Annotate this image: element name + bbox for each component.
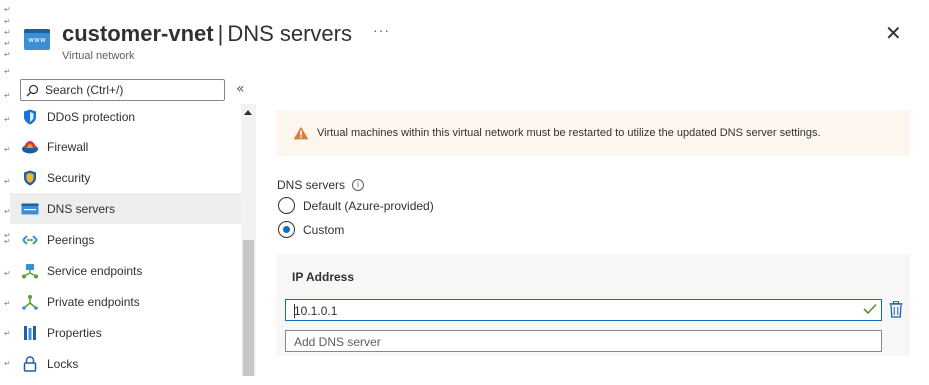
return-mark: ↵ [4, 67, 11, 76]
return-mark: ↵ [4, 28, 11, 37]
close-button[interactable]: ✕ [885, 21, 902, 45]
sidebar-item-label: DNS servers [47, 201, 116, 216]
restart-warning-banner: Virtual machines within this virtual net… [276, 110, 910, 156]
sidebar: DDoS protection Firewall Security DNS se… [10, 104, 256, 385]
security-icon [21, 169, 39, 187]
scroll-up-arrow-icon[interactable] [244, 110, 252, 115]
return-mark: ↵ [4, 17, 11, 26]
sidebar-item-label: Service endpoints [47, 263, 143, 278]
text-cursor [294, 304, 295, 318]
section-name: DNS servers [227, 21, 352, 46]
return-mark: ↵ [4, 39, 11, 48]
sidebar-item-locks[interactable]: Locks [10, 348, 241, 379]
title-separator: | [217, 21, 224, 46]
sidebar-item-dns-servers[interactable]: DNS servers [10, 193, 241, 224]
dns-server-ip-value[interactable]: 10.1.0.1 [294, 304, 337, 318]
sidebar-item-ddos-protection[interactable]: DDoS protection [10, 101, 241, 132]
warning-message: Virtual machines within this virtual net… [317, 127, 821, 139]
checkmark-icon [863, 303, 877, 315]
sidebar-item-label: Peerings [47, 232, 95, 247]
sidebar-item-label: DDoS protection [47, 109, 136, 124]
info-icon[interactable]: i [352, 179, 364, 191]
page-title: customer-vnet | DNS servers [62, 21, 352, 47]
dns-servers-label: DNS servers [277, 178, 346, 192]
sidebar-item-label: Security [47, 170, 91, 185]
sidebar-item-label: Properties [47, 325, 102, 340]
sidebar-scrollbar[interactable] [241, 104, 256, 376]
sidebar-item-label: Locks [47, 356, 79, 371]
radio-default-azure-provided[interactable]: Default (Azure-provided) [278, 197, 434, 214]
radio-label: Custom [303, 222, 345, 237]
properties-icon [21, 324, 39, 342]
return-mark: ↵ [4, 91, 11, 100]
sidebar-item-properties[interactable]: Properties [10, 317, 241, 348]
search-box[interactable] [20, 79, 225, 101]
sidebar-item-firewall[interactable]: Firewall [10, 131, 241, 162]
sidebar-item-private-endpoints[interactable]: Private endpoints [10, 286, 241, 317]
add-dns-server-field[interactable] [285, 330, 882, 352]
radio-custom[interactable]: Custom [278, 221, 344, 238]
search-input[interactable] [45, 82, 220, 98]
radio-button[interactable] [278, 197, 295, 214]
return-mark: ↵ [4, 5, 11, 14]
more-options-button[interactable]: ··· [373, 22, 390, 38]
lock-icon [21, 355, 39, 373]
shield-icon [21, 108, 39, 126]
service-endpoints-icon [21, 262, 39, 280]
virtual-network-icon-text: www [28, 36, 46, 44]
radio-label: Default (Azure-provided) [303, 198, 434, 213]
radio-button[interactable] [278, 221, 295, 238]
peerings-icon [21, 231, 39, 249]
sidebar-item-label: Private endpoints [47, 294, 140, 309]
sidebar-item-service-endpoints[interactable]: Service endpoints [10, 255, 241, 286]
dns-servers-icon [21, 200, 39, 218]
search-icon [26, 84, 39, 97]
sidebar-item-label: Firewall [47, 139, 89, 154]
delete-icon[interactable] [889, 301, 903, 318]
private-endpoints-icon [21, 293, 39, 311]
sidebar-item-peerings[interactable]: Peerings [10, 224, 241, 255]
collapse-menu-button[interactable]: « [236, 81, 245, 97]
virtual-network-icon: www [24, 29, 50, 50]
scrollbar-thumb[interactable] [243, 240, 254, 376]
ip-address-column-header: IP Address [292, 270, 355, 284]
resource-name: customer-vnet [62, 21, 214, 46]
resource-type: Virtual network [62, 50, 135, 62]
firewall-icon [21, 138, 39, 156]
add-dns-server-input[interactable] [294, 334, 874, 349]
return-mark: ↵ [4, 50, 11, 59]
warning-icon [293, 126, 309, 140]
sidebar-item-security[interactable]: Security [10, 162, 241, 193]
dns-server-ip-field[interactable]: 10.1.0.1 [285, 299, 882, 321]
